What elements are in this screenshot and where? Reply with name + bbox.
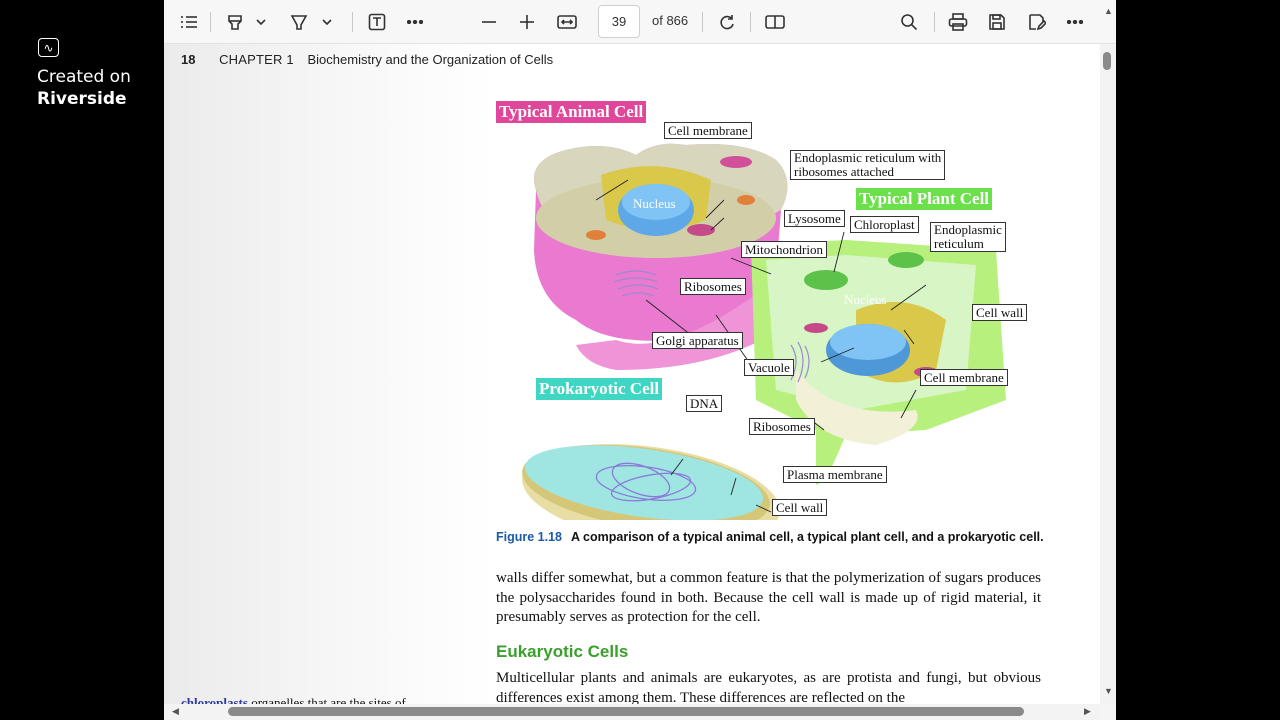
- figure-caption: Figure 1.18 A comparison of a typical an…: [496, 530, 1044, 544]
- title-plant-cell: Typical Plant Cell: [856, 188, 993, 210]
- label-er-plant: Endoplasmic reticulum: [930, 222, 1006, 252]
- vertical-scroll-thumb[interactable]: [1103, 52, 1111, 70]
- zoom-in-icon[interactable]: [516, 10, 538, 34]
- save-icon[interactable]: [986, 10, 1008, 34]
- vertical-scrollbar[interactable]: [1100, 44, 1116, 704]
- save-as-icon[interactable]: [1026, 10, 1048, 34]
- label-cell-membrane-plant: Cell membrane: [920, 369, 1008, 386]
- print-icon[interactable]: [947, 10, 969, 34]
- toolbar-separator: [934, 12, 935, 32]
- toolbar-separator: [210, 12, 211, 32]
- section-heading: Eukaryotic Cells: [496, 642, 629, 661]
- label-mitochondrion: Mitochondrion: [741, 241, 827, 258]
- scroll-right-arrow-icon[interactable]: ▶: [1084, 706, 1091, 717]
- title-animal-cell: Typical Animal Cell: [496, 101, 647, 123]
- figure-caption-text: A comparison of a typical animal cell, a…: [571, 530, 1044, 544]
- zoom-out-icon[interactable]: [478, 10, 500, 34]
- toolbar-separator: [352, 12, 353, 32]
- title-prokaryotic-cell: Prokaryotic Cell: [536, 378, 663, 400]
- chevron-down-icon[interactable]: [254, 10, 268, 34]
- watermark-line2: Riverside: [37, 89, 127, 109]
- prokaryotic-cell-drawing: [522, 444, 780, 546]
- cell-comparison-figure: Typical Animal Cell Typical Plant Cell P…: [496, 100, 1087, 546]
- label-lysosome: Lysosome: [784, 210, 845, 227]
- page-total: of 866: [652, 13, 689, 28]
- scroll-left-arrow-icon[interactable]: ◀: [172, 706, 179, 717]
- label-vacuole: Vacuole: [744, 359, 794, 376]
- rotate-icon[interactable]: [716, 10, 738, 34]
- horizontal-scroll-thumb[interactable]: [228, 707, 1024, 716]
- label-chloroplast: Chloroplast: [850, 216, 919, 233]
- text-box-icon[interactable]: [366, 10, 388, 34]
- label-er-ribosomes: Endoplasmic reticulum with ribosomes atta…: [790, 150, 946, 180]
- watermark-line1: Created on: [37, 67, 131, 87]
- label-er-line1: Endoplasmic reticulum with: [794, 150, 942, 165]
- running-header: 18 CHAPTER 1 Biochemistry and the Organi…: [181, 52, 553, 67]
- search-icon[interactable]: [898, 10, 920, 34]
- label-er-plant-line1: Endoplasmic: [934, 222, 1002, 237]
- document-page: 18 CHAPTER 1 Biochemistry and the Organi…: [164, 44, 1100, 710]
- label-golgi-apparatus: Golgi apparatus: [652, 332, 743, 349]
- draw-icon[interactable]: [288, 10, 310, 34]
- two-page-icon[interactable]: [764, 10, 786, 34]
- label-er-plant-line2: reticulum: [934, 236, 984, 251]
- toolbar: 39 of 866: [164, 0, 1116, 44]
- toolbar-separator: [702, 12, 703, 32]
- riverside-logo-icon: ∿: [38, 38, 59, 57]
- page-number-input[interactable]: 39: [598, 5, 640, 38]
- page-number: 18: [181, 52, 196, 67]
- chevron-down-icon[interactable]: [320, 10, 334, 34]
- label-cell-wall-prok: Cell wall: [772, 499, 828, 516]
- label-er-line2: ribosomes attached: [794, 164, 894, 179]
- fit-width-icon[interactable]: [556, 10, 578, 34]
- nucleus-plant-text: Nucleus: [844, 292, 887, 307]
- label-ribosomes-animal: Ribosomes: [680, 278, 746, 295]
- left-black-bar: ∿ Created on Riverside: [0, 0, 164, 720]
- cell-illustration: [522, 143, 1087, 546]
- highlight-icon[interactable]: [224, 10, 246, 34]
- label-ribosomes-prok: Ribosomes: [749, 418, 815, 435]
- more-tools-icon[interactable]: [404, 10, 426, 34]
- pdf-viewer: 39 of 866 18 CHAPTER 1 Biochemistry and …: [164, 0, 1116, 720]
- label-cell-membrane-animal: Cell membrane: [664, 122, 752, 139]
- paragraph-eukaryotes: Multicellular plants and animals are euk…: [496, 670, 1041, 706]
- chapter-title: Biochemistry and the Organization of Cel…: [307, 52, 554, 67]
- more-icon[interactable]: [1064, 10, 1086, 34]
- toolbar-separator: [750, 12, 751, 32]
- chapter-label: CHAPTER 1: [219, 52, 294, 67]
- contents-icon[interactable]: [178, 10, 200, 34]
- scroll-up-arrow-icon[interactable]: ▲: [1104, 6, 1113, 16]
- figure-number: Figure 1.18: [496, 530, 562, 544]
- label-plasma-membrane: Plasma membrane: [783, 466, 887, 483]
- riverside-watermark: ∿ Created on Riverside: [37, 38, 131, 110]
- right-black-bar: [1116, 0, 1280, 720]
- scroll-down-arrow-icon[interactable]: ▼: [1104, 686, 1113, 696]
- label-cell-wall-plant: Cell wall: [972, 304, 1028, 321]
- paragraph-cell-walls: walls differ somewhat, but a common feat…: [496, 570, 1041, 625]
- nucleus-animal-text: Nucleus: [633, 196, 676, 211]
- label-dna: DNA: [686, 395, 723, 412]
